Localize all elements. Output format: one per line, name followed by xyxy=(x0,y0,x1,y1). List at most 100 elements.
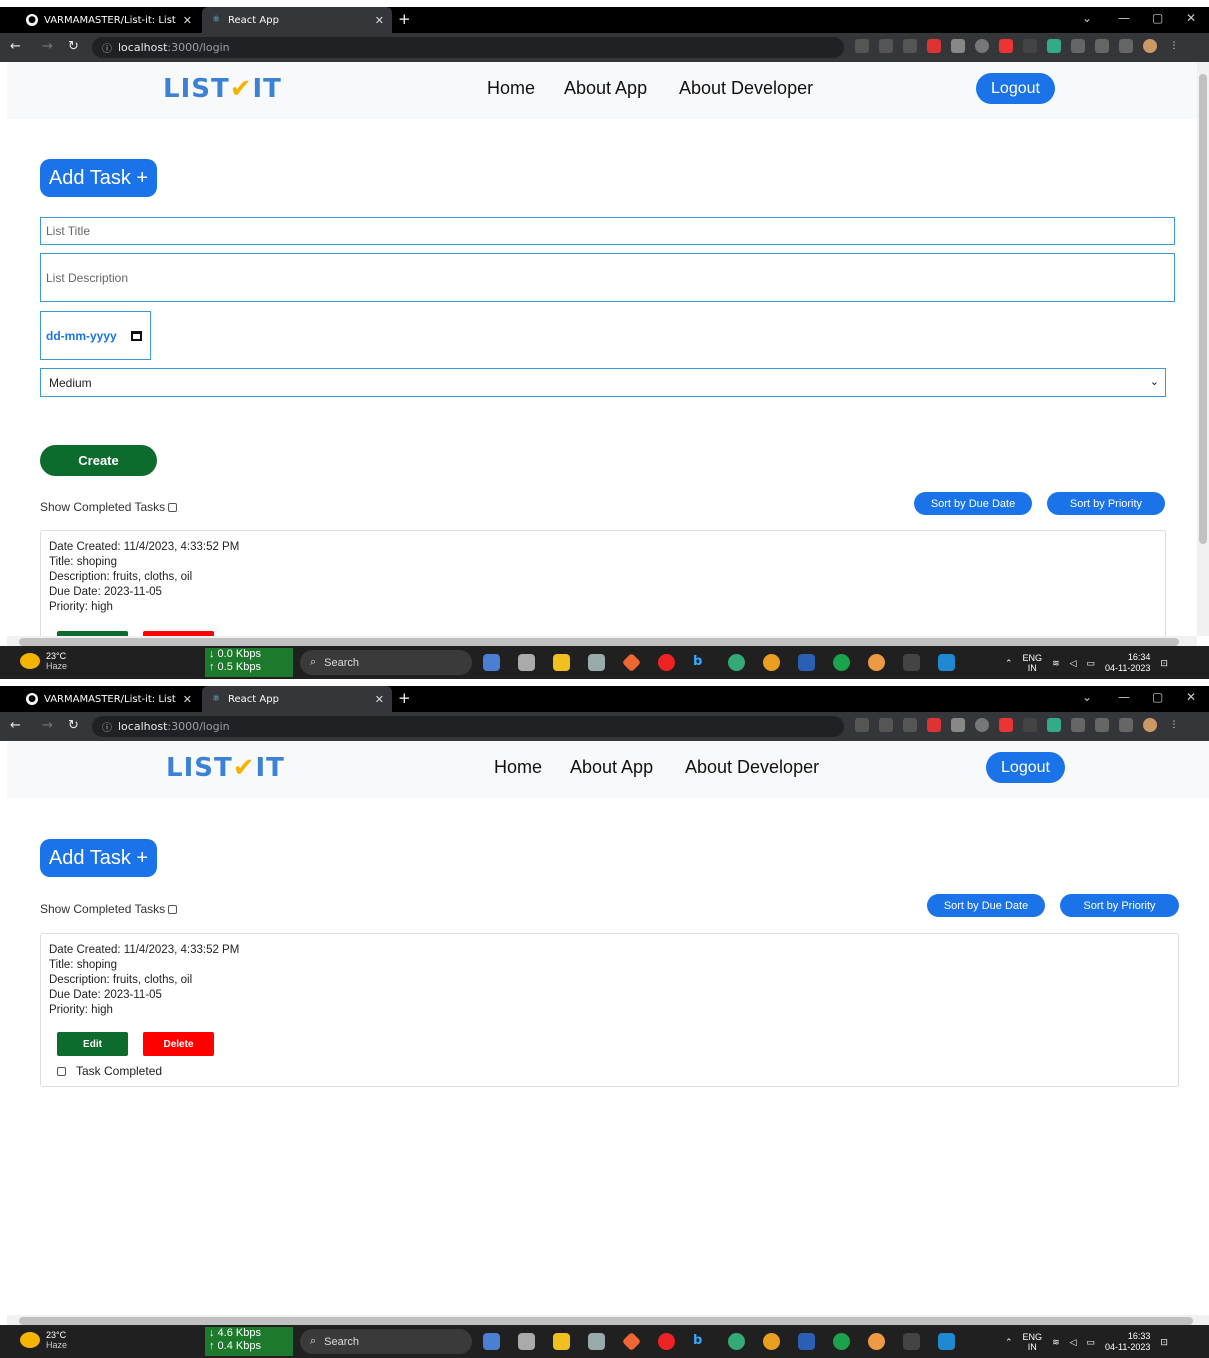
chrome-icon[interactable] xyxy=(868,654,885,671)
vscode-icon[interactable] xyxy=(938,1333,955,1350)
minimize-icon[interactable]: — xyxy=(1118,690,1130,704)
logo[interactable]: LIST✔IT xyxy=(163,74,282,104)
app-icon[interactable] xyxy=(728,1333,745,1350)
reload-icon[interactable]: ↻ xyxy=(68,718,79,733)
chevron-up-icon[interactable]: ⌃ xyxy=(1005,1337,1013,1348)
notification-icon[interactable]: ⊡ xyxy=(1160,1337,1168,1348)
weather-widget[interactable]: 23°C Haze xyxy=(20,1330,67,1350)
store-icon[interactable] xyxy=(588,1333,605,1350)
window-close-icon[interactable]: ✕ xyxy=(1186,690,1196,704)
delete-button[interactable]: Delete xyxy=(143,1032,214,1056)
extension-icon[interactable] xyxy=(1023,39,1037,53)
share-icon[interactable] xyxy=(879,39,893,53)
language-indicator[interactable]: ENG IN xyxy=(1023,1332,1043,1352)
back-icon[interactable]: ← xyxy=(10,39,21,54)
close-icon[interactable]: ✕ xyxy=(375,693,384,706)
download-icon[interactable] xyxy=(1095,39,1109,53)
wifi-icon[interactable]: ≋ xyxy=(1052,1337,1060,1348)
url-field[interactable]: ⓘ localhost:3000/login xyxy=(92,37,844,58)
create-button[interactable]: Create xyxy=(40,445,157,476)
store-icon[interactable] xyxy=(588,654,605,671)
maximize-icon[interactable]: ▢ xyxy=(1152,690,1163,704)
terminal-icon[interactable] xyxy=(903,1333,920,1350)
nav-home[interactable]: Home xyxy=(487,78,535,99)
window-close-icon[interactable]: ✕ xyxy=(1186,11,1196,25)
vscode-icon[interactable] xyxy=(938,654,955,671)
app-icon[interactable] xyxy=(728,654,745,671)
scroll-thumb[interactable] xyxy=(19,638,1179,646)
new-tab-icon[interactable]: + xyxy=(398,10,411,28)
clock[interactable]: 16:34 04-11-2023 xyxy=(1105,652,1150,674)
minimize-icon[interactable]: — xyxy=(1118,11,1130,25)
word-icon[interactable] xyxy=(798,1333,815,1350)
browser-tab-react-app[interactable]: ⚛ React App ✕ xyxy=(202,7,392,33)
extension-icon[interactable] xyxy=(951,718,965,732)
due-date-input[interactable]: dd-mm-yyyy xyxy=(40,311,151,360)
close-icon[interactable]: ✕ xyxy=(183,14,192,27)
chevron-up-icon[interactable]: ⌃ xyxy=(1005,658,1013,669)
language-indicator[interactable]: ENG IN xyxy=(1023,653,1043,673)
new-tab-icon[interactable]: + xyxy=(398,689,411,707)
terminal-icon[interactable] xyxy=(903,654,920,671)
close-icon[interactable]: ✕ xyxy=(183,693,192,706)
show-completed-checkbox[interactable] xyxy=(168,904,178,914)
clock[interactable]: 16:33 04-11-2023 xyxy=(1105,1331,1150,1353)
extension-icon[interactable] xyxy=(975,39,989,53)
extension-icon[interactable] xyxy=(1023,718,1037,732)
logout-button[interactable]: Logout xyxy=(986,752,1065,783)
bing-icon[interactable]: b xyxy=(693,1333,710,1350)
sort-by-priority-button[interactable]: Sort by Priority xyxy=(1060,894,1179,917)
extension-icon[interactable] xyxy=(951,39,965,53)
add-task-button[interactable]: Add Task + xyxy=(40,159,157,197)
close-icon[interactable]: ✕ xyxy=(375,14,384,27)
tab-search-icon[interactable]: ⌄ xyxy=(1082,11,1092,25)
extension-icon[interactable] xyxy=(999,718,1013,732)
nav-about-developer[interactable]: About Developer xyxy=(685,757,819,778)
url-field[interactable]: ⓘ localhost:3000/login xyxy=(92,716,844,737)
list-title-input[interactable]: List Title xyxy=(40,217,1175,245)
extension-icon[interactable] xyxy=(975,718,989,732)
sort-by-due-date-button[interactable]: Sort by Due Date xyxy=(927,894,1045,917)
notification-icon[interactable]: ⊡ xyxy=(1160,658,1168,669)
show-completed-toggle[interactable]: Show Completed Tasks xyxy=(40,902,178,916)
puzzle-icon[interactable] xyxy=(1071,39,1085,53)
nav-home[interactable]: Home xyxy=(494,757,542,778)
sort-by-priority-button[interactable]: Sort by Priority xyxy=(1047,492,1165,515)
logo[interactable]: LIST✔IT xyxy=(166,753,285,783)
browser-tab-react-app[interactable]: ⚛ React App ✕ xyxy=(202,686,392,712)
task-view-icon[interactable] xyxy=(518,654,535,671)
volume-icon[interactable]: ◁ xyxy=(1070,1337,1077,1348)
nav-about-app[interactable]: About App xyxy=(564,78,647,99)
forward-icon[interactable]: → xyxy=(42,39,53,54)
show-completed-toggle[interactable]: Show Completed Tasks xyxy=(40,500,178,514)
vertical-scrollbar[interactable] xyxy=(1197,62,1209,636)
task-completed-toggle[interactable]: Task Completed xyxy=(57,1064,162,1078)
share-icon[interactable] xyxy=(879,718,893,732)
app-icon[interactable] xyxy=(483,1333,500,1350)
puzzle-icon[interactable] xyxy=(1071,718,1085,732)
scroll-thumb[interactable] xyxy=(1199,74,1207,544)
bing-icon[interactable]: b xyxy=(693,654,710,671)
opera-icon[interactable] xyxy=(658,1333,675,1350)
word-icon[interactable] xyxy=(798,654,815,671)
logout-button[interactable]: Logout xyxy=(976,73,1055,104)
chrome-icon[interactable] xyxy=(763,654,780,671)
download-icon[interactable] xyxy=(1095,718,1109,732)
opera-icon[interactable] xyxy=(658,654,675,671)
priority-select[interactable]: Medium ⌄ xyxy=(40,368,1166,397)
taskbar-search[interactable]: ⌕ Search xyxy=(300,1329,472,1354)
grammarly-icon[interactable] xyxy=(833,1333,850,1350)
extension-icon[interactable] xyxy=(1047,39,1061,53)
extension-icon[interactable] xyxy=(999,39,1013,53)
task-completed-checkbox[interactable] xyxy=(57,1066,66,1076)
nav-about-developer[interactable]: About Developer xyxy=(679,78,813,99)
avatar[interactable] xyxy=(1143,718,1157,732)
extension-icon[interactable] xyxy=(1047,718,1061,732)
sort-by-due-date-button[interactable]: Sort by Due Date xyxy=(914,492,1032,515)
extension-icon[interactable] xyxy=(927,718,941,732)
star-icon[interactable] xyxy=(903,718,917,732)
taskbar-search[interactable]: ⌕ Search xyxy=(300,650,472,675)
file-explorer-icon[interactable] xyxy=(553,654,570,671)
git-icon[interactable] xyxy=(621,652,642,673)
forward-icon[interactable]: → xyxy=(42,718,53,733)
